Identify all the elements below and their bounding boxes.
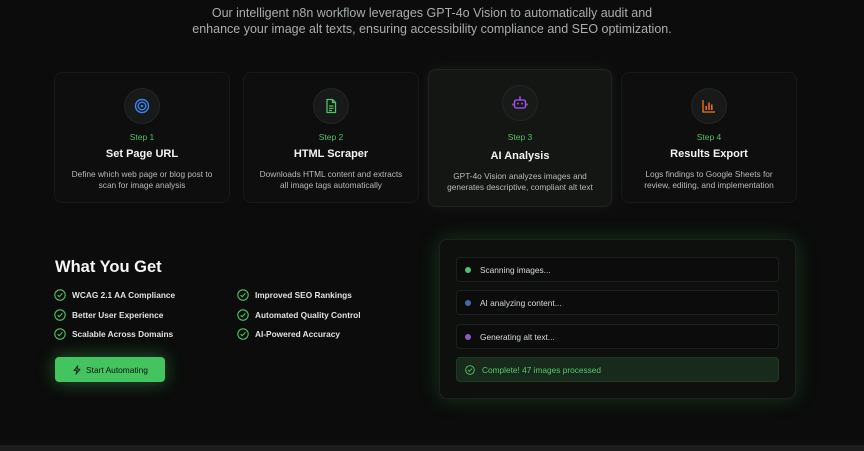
step-card-set-page-url: Step 1 Set Page URL Define which web pag…: [54, 72, 230, 203]
step-number: Step 3: [507, 132, 533, 142]
intro-text: Our intelligent n8n workflow leverages G…: [0, 6, 864, 37]
benefit-label: Scalable Across Domains: [72, 329, 174, 339]
status-row-analyzing: AI analyzing content...: [456, 290, 779, 315]
start-automating-button[interactable]: Start Automating: [55, 357, 165, 382]
step-description: GPT-4o Vision analyzes images and genera…: [447, 171, 593, 192]
status-complete-label: Complete! 47 images processed: [482, 364, 601, 375]
intro-line-1: Our intelligent n8n workflow leverages G…: [211, 6, 653, 20]
status-dot: [465, 266, 471, 273]
status-label: Scanning images...: [480, 264, 551, 275]
benefit-label: WCAG 2.1 AA Compliance: [72, 290, 176, 300]
benefit-label: Automated Quality Control: [255, 310, 361, 320]
status-row-complete: Complete! 47 images processed: [456, 357, 779, 382]
benefit-label: Better User Experience: [72, 310, 164, 320]
check-circle-icon: [237, 309, 249, 321]
benefit-item: Automated Quality Control: [237, 308, 361, 322]
lightning-bolt-icon: [73, 364, 81, 375]
status-row-generating: Generating alt text...: [456, 324, 779, 349]
benefit-item: WCAG 2.1 AA Compliance: [54, 288, 175, 302]
status-dot: [465, 333, 471, 340]
intro-line-2: enhance your image alt texts, ensuring a…: [192, 21, 672, 36]
check-circle-icon: [237, 328, 249, 340]
benefit-item: Improved SEO Rankings: [237, 288, 352, 302]
bar-chart-icon: [691, 88, 727, 124]
check-circle-icon: [237, 289, 249, 301]
benefit-label: AI-Powered Accuracy: [255, 329, 340, 339]
start-automating-label: Start Automating: [86, 364, 148, 375]
benefit-item: Better User Experience: [54, 308, 163, 322]
step-description: Define which web page or blog post to sc…: [71, 169, 213, 190]
document-icon: [313, 88, 349, 124]
status-dot: [465, 299, 471, 306]
step-number: Step 4: [696, 132, 722, 142]
step-title: Results Export: [670, 148, 748, 160]
check-circle-icon: [54, 328, 66, 340]
check-circle-icon: [465, 364, 475, 375]
processing-status-panel: Scanning images... AI analyzing content.…: [439, 239, 796, 399]
step-description: Logs findings to Google Sheets for revie…: [644, 169, 774, 190]
step-number: Step 1: [129, 132, 155, 142]
check-circle-icon: [54, 289, 66, 301]
step-number: Step 2: [318, 132, 344, 142]
robot-icon: [502, 85, 538, 121]
step-card-ai-analysis: Step 3 AI Analysis GPT-4o Vision analyze…: [428, 69, 612, 207]
step-title: Set Page URL: [105, 148, 179, 160]
step-title: AI Analysis: [490, 150, 550, 162]
step-description: Downloads HTML content and extracts all …: [259, 169, 403, 190]
what-you-get-heading: What You Get: [55, 258, 162, 276]
check-circle-icon: [54, 309, 66, 321]
step-card-results-export: Step 4 Results Export Logs findings to G…: [621, 72, 797, 203]
benefit-item: AI-Powered Accuracy: [237, 327, 340, 341]
benefit-label: Improved SEO Rankings: [255, 290, 352, 300]
step-title: HTML Scraper: [293, 148, 369, 160]
status-row-scanning: Scanning images...: [456, 257, 779, 282]
step-card-html-scraper: Step 2 HTML Scraper Downloads HTML conte…: [243, 72, 419, 203]
target-icon: [124, 88, 160, 124]
status-label: Generating alt text...: [480, 331, 555, 342]
page-bottom-edge: [0, 445, 864, 451]
benefit-item: Scalable Across Domains: [54, 327, 173, 341]
status-label: AI analyzing content...: [480, 297, 562, 308]
